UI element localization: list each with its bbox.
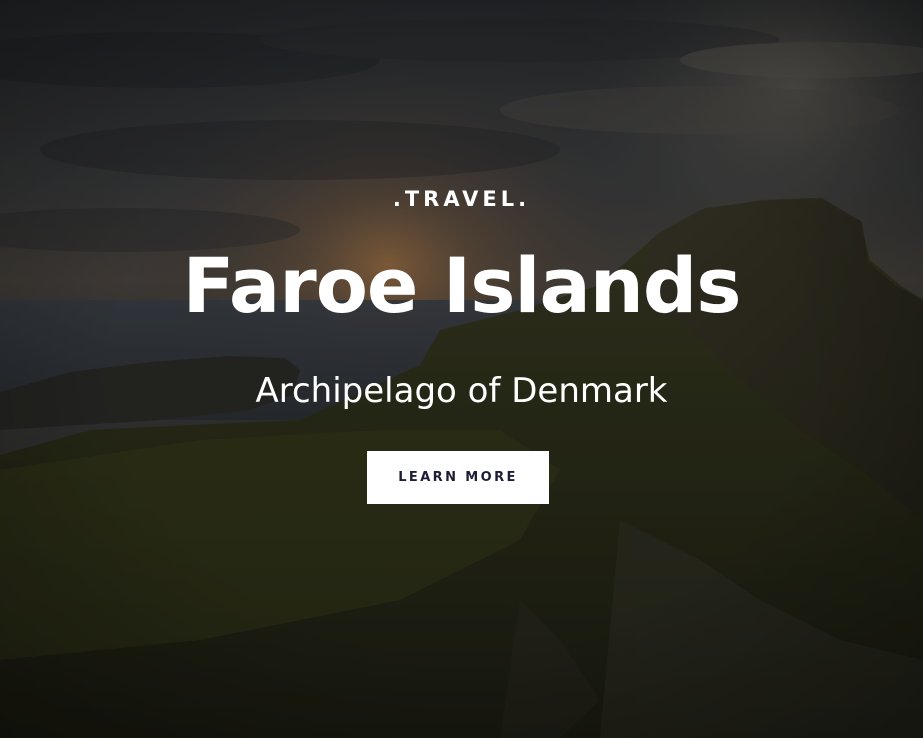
hero-content: .TRAVEL. Faroe Islands Archipelago of De… (0, 0, 923, 738)
eyebrow-label: .TRAVEL. (392, 187, 531, 211)
learn-more-button[interactable]: LEARN MORE (367, 451, 549, 504)
hero-section: .TRAVEL. Faroe Islands Archipelago of De… (0, 0, 923, 738)
hero-title: Faroe Islands (182, 241, 741, 330)
hero-subtitle: Archipelago of Denmark (255, 371, 668, 411)
